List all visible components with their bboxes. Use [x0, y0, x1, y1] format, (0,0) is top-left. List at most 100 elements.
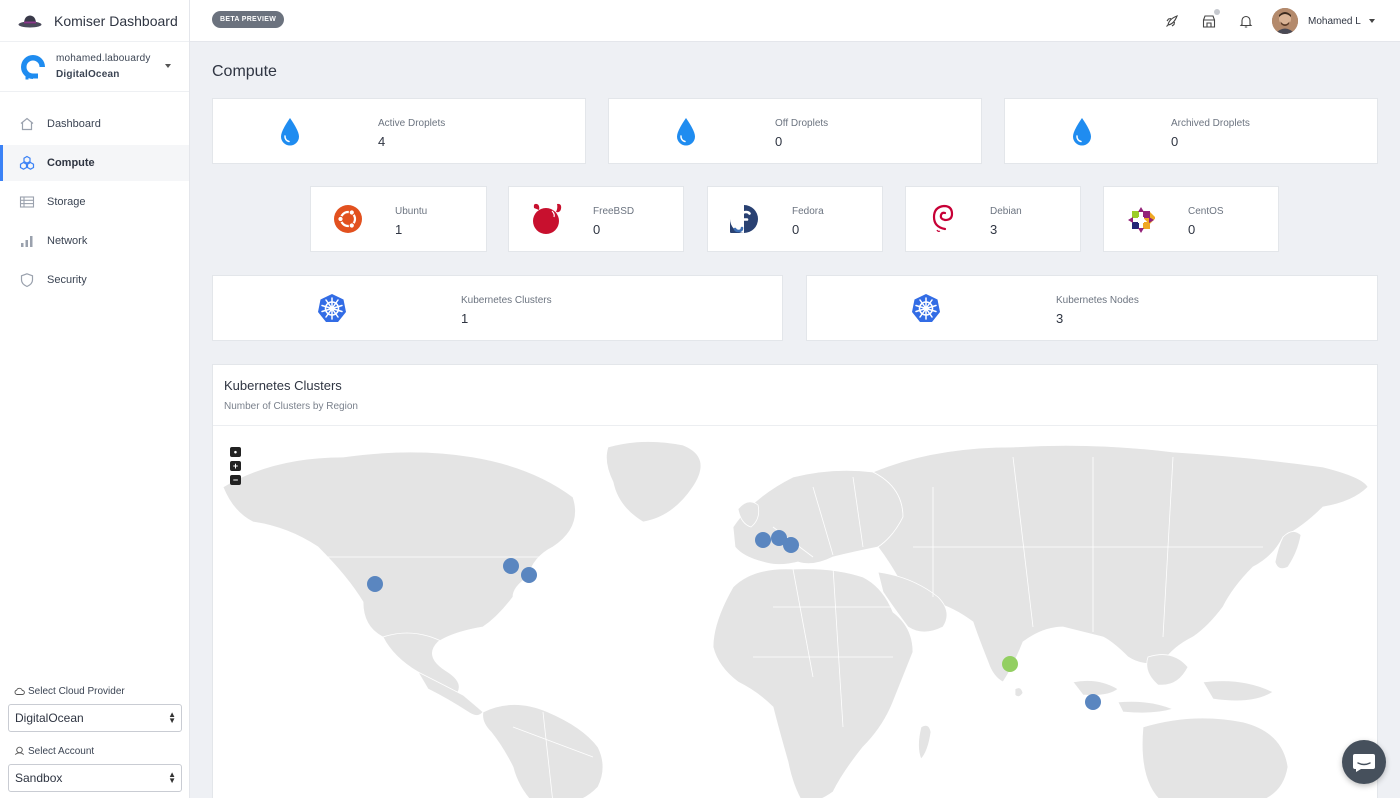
sidebar-item-label: Network: [47, 235, 88, 247]
stat-label: Fedora: [792, 206, 824, 217]
sidebar-nav: Dashboard Compute Storage Network Securi…: [0, 106, 189, 298]
region-marker-lon[interactable]: [755, 532, 771, 548]
account-name: mohamed.labouardy: [56, 52, 151, 64]
stat-card-ubuntu: Ubuntu 1: [310, 186, 487, 252]
sidebar-item-label: Security: [47, 274, 87, 286]
land-masses: [222, 441, 1369, 798]
region-marker-fra[interactable]: [783, 537, 799, 553]
region-marker-sfo[interactable]: [367, 576, 383, 592]
shield-icon: [20, 273, 34, 288]
account-select-label: Select Account: [8, 744, 182, 758]
sidebar-item-network[interactable]: Network: [0, 223, 189, 259]
stat-label: Off Droplets: [775, 118, 829, 129]
store-icon[interactable]: [1201, 9, 1220, 29]
sidebar-item-security[interactable]: Security: [0, 262, 189, 298]
africa-shape: [712, 568, 914, 798]
account-provider: DigitalOcean: [56, 68, 120, 80]
stat-label: Kubernetes Clusters: [461, 295, 552, 306]
zoom-in-button[interactable]: +: [230, 461, 241, 471]
stat-value: 0: [1171, 134, 1179, 149]
droplet-icon: [1073, 118, 1091, 146]
region-marker-sgp[interactable]: [1085, 694, 1101, 710]
stat-card-active-droplets: Active Droplets 4: [212, 98, 586, 164]
sidebar-item-storage[interactable]: Storage: [0, 184, 189, 220]
sri-lanka-shape: [1014, 687, 1024, 697]
kubernetes-icon: [912, 294, 940, 322]
stat-value: 0: [775, 134, 783, 149]
stat-value: 3: [990, 222, 998, 237]
panel-header: Kubernetes Clusters Number of Clusters b…: [213, 365, 1377, 426]
stat-card-freebsd: FreeBSD 0: [508, 186, 684, 252]
sidebar: Komiser Dashboard mohamed.labouardy Digi…: [0, 0, 190, 798]
stat-card-kubernetes-clusters: Kubernetes Clusters 1: [212, 275, 783, 341]
stat-value: 0: [792, 222, 800, 237]
bell-icon[interactable]: [1238, 13, 1254, 29]
app-title: Komiser Dashboard: [54, 12, 178, 29]
stat-card-off-droplets: Off Droplets 0: [608, 98, 982, 164]
notification-dot: [1214, 9, 1220, 15]
sumatra-shape: [1072, 680, 1119, 696]
stat-value: 3: [1056, 311, 1064, 326]
borneo-shape: [1146, 654, 1189, 686]
compute-icon: [19, 155, 35, 170]
kubernetes-icon: [318, 294, 346, 322]
account-switcher[interactable]: mohamed.labouardy DigitalOcean: [0, 42, 189, 92]
zoom-reset-button[interactable]: •: [230, 447, 241, 457]
java-shape: [1117, 700, 1175, 714]
stat-label: FreeBSD: [593, 206, 635, 217]
stat-card-centos: CentOS 0: [1103, 186, 1279, 252]
zoom-out-button[interactable]: −: [230, 475, 241, 485]
avatar: [1272, 8, 1298, 34]
kubernetes-map-panel: Kubernetes Clusters Number of Clusters b…: [212, 364, 1378, 798]
freebsd-icon: [533, 203, 562, 234]
debian-icon: [932, 204, 954, 232]
stat-label: Active Droplets: [378, 118, 446, 129]
chevron-down-icon: [1368, 19, 1375, 23]
sidebar-item-label: Compute: [47, 157, 95, 169]
home-icon: [20, 117, 34, 131]
topbar: BETA PREVIEW Mohamed L: [190, 0, 1400, 42]
sidebar-item-label: Storage: [47, 196, 86, 208]
account-icon: [14, 746, 25, 755]
network-icon: [21, 236, 33, 247]
cloud-icon: [14, 687, 25, 695]
region-marker-tor[interactable]: [503, 558, 519, 574]
rocket-icon[interactable]: [1164, 13, 1180, 29]
region-marker-blr[interactable]: [1002, 656, 1018, 672]
australia-shape: [1141, 717, 1289, 798]
stat-label: Debian: [990, 206, 1022, 217]
stat-card-kubernetes-nodes: Kubernetes Nodes 3: [806, 275, 1378, 341]
beta-badge: BETA PREVIEW: [212, 11, 285, 28]
sidebar-item-label: Dashboard: [47, 118, 101, 130]
stat-label: Kubernetes Nodes: [1056, 295, 1139, 306]
stat-value: 0: [1188, 222, 1196, 237]
account-select[interactable]: Sandbox ▲ ▼: [8, 764, 182, 792]
cloud-provider-select[interactable]: DigitalOcean ▲ ▼: [8, 704, 182, 732]
stat-label: CentOS: [1188, 206, 1224, 217]
komiser-logo-icon: [18, 15, 42, 27]
new-guinea-shape: [1202, 680, 1274, 702]
madagascar-shape: [918, 724, 932, 760]
panel-title: Kubernetes Clusters: [224, 378, 342, 393]
account-value: Sandbox: [15, 771, 63, 785]
storage-icon: [19, 196, 35, 208]
droplet-icon: [281, 118, 299, 146]
europe-shape: [732, 469, 904, 565]
fedora-icon: [730, 205, 758, 233]
world-map[interactable]: • + −: [213, 427, 1377, 798]
world-map-svg[interactable]: [213, 427, 1377, 798]
page-title: Compute: [212, 63, 277, 80]
user-menu[interactable]: Mohamed L: [1272, 8, 1375, 34]
brand[interactable]: Komiser Dashboard: [0, 0, 189, 42]
region-marker-nyc[interactable]: [521, 567, 537, 583]
sidebar-item-compute[interactable]: Compute: [0, 145, 189, 181]
sidebar-item-dashboard[interactable]: Dashboard: [0, 106, 189, 142]
stat-label: Ubuntu: [395, 206, 428, 217]
user-name: Mohamed L: [1308, 15, 1361, 27]
chat-icon: [1353, 754, 1375, 772]
cloud-provider-value: DigitalOcean: [15, 711, 84, 725]
stat-label: Archived Droplets: [1171, 118, 1250, 129]
panel-subtitle: Number of Clusters by Region: [224, 401, 358, 412]
chat-button[interactable]: [1342, 740, 1386, 784]
stat-card-fedora: Fedora 0: [707, 186, 883, 252]
